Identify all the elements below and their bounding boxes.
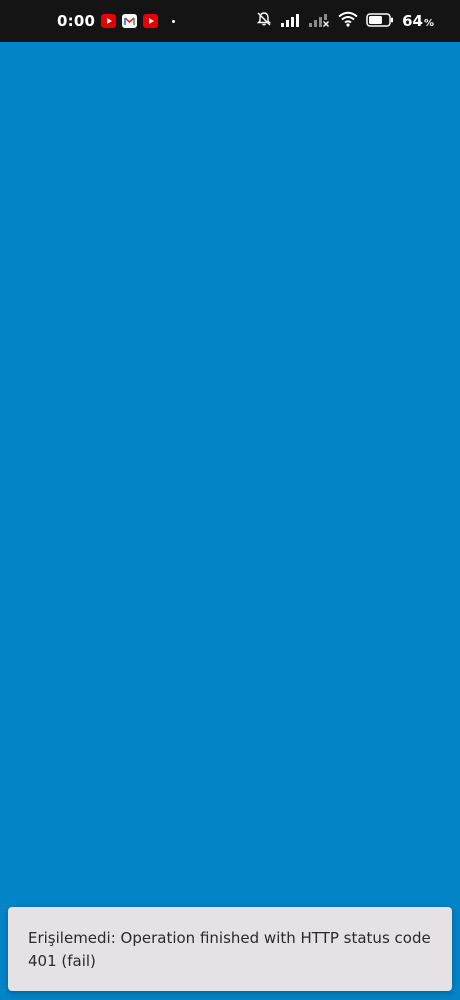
battery-percentage: 64% [402,12,434,30]
youtube-icon [143,14,159,28]
app-content-area [0,42,460,1000]
snackbar-message: Erişilemedi: Operation finished with HTT… [28,929,431,970]
gmail-icon [122,14,138,28]
clock: 0:00 [57,12,96,30]
signal-no-service-icon [308,12,330,31]
status-bar-left: 0:00 [57,0,176,42]
status-bar-right: 64% [256,0,434,42]
signal-icon [280,12,300,31]
error-snackbar: Erişilemedi: Operation finished with HTT… [8,907,452,991]
battery-percentage-unit: % [423,18,434,29]
youtube-icon [101,14,117,28]
more-notifications-dot-icon [172,19,176,23]
wifi-icon [338,11,358,31]
status-bar: 0:00 64 % [0,0,460,42]
battery-percentage-value: 64 [402,12,423,30]
bell-off-icon [256,11,272,31]
battery-icon [366,12,394,31]
